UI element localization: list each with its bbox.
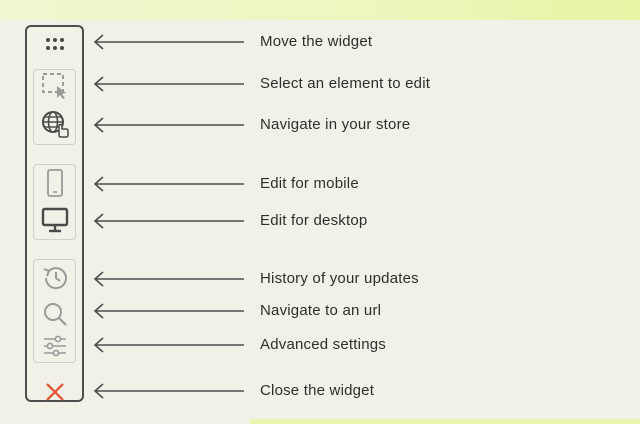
arrow-left-icon	[93, 176, 244, 192]
annotation-label: Edit for mobile	[260, 175, 359, 192]
edit-mobile-button[interactable]	[38, 166, 72, 200]
annotation-label: Navigate in your store	[260, 116, 411, 133]
history-button[interactable]	[38, 261, 72, 295]
move-widget-button[interactable]	[38, 27, 72, 61]
annotation-label: History of your updates	[260, 270, 419, 287]
history-icon	[43, 267, 67, 290]
select-element-icon	[41, 73, 66, 99]
arrow-left-icon	[93, 117, 244, 133]
desktop-icon	[41, 207, 68, 233]
annotation-label: Move the widget	[260, 33, 373, 50]
arrow-left-icon	[93, 34, 244, 50]
close-icon	[45, 383, 64, 401]
arrow-left-icon	[93, 337, 244, 353]
bottom-accent-stripe	[250, 419, 640, 424]
mobile-icon	[46, 169, 63, 197]
search-icon	[43, 303, 67, 326]
close-widget-button[interactable]	[38, 375, 72, 409]
arrow-left-icon	[93, 303, 244, 319]
annotation-label: Advanced settings	[260, 336, 386, 353]
annotation-label: Navigate to an url	[260, 302, 382, 319]
advanced-settings-button[interactable]	[38, 329, 72, 363]
sliders-icon	[43, 335, 66, 357]
editor-widget-toolbar	[25, 25, 84, 402]
edit-desktop-button[interactable]	[38, 203, 72, 237]
navigate-url-button[interactable]	[38, 297, 72, 331]
navigate-store-button[interactable]	[38, 107, 72, 141]
arrow-left-icon	[93, 213, 244, 229]
annotation-label: Select an element to edit	[260, 75, 431, 92]
select-element-button[interactable]	[38, 69, 72, 103]
arrow-left-icon	[93, 383, 244, 399]
top-accent-stripe	[0, 0, 640, 20]
arrow-left-icon	[93, 271, 244, 287]
drag-handle-icon	[45, 38, 64, 50]
arrow-left-icon	[93, 76, 244, 92]
globe-navigate-icon	[41, 111, 69, 138]
annotation-label: Close the widget	[260, 382, 375, 399]
annotation-label: Edit for desktop	[260, 212, 368, 229]
